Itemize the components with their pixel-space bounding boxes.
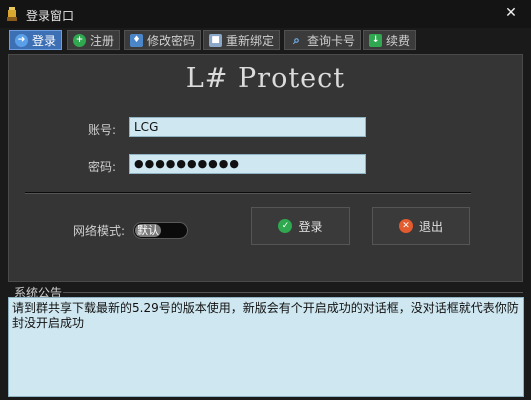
account-label: 账号: [87,123,116,137]
brand-title: L# Protect [185,63,346,94]
tab-change-password-label: 修改密码 [147,33,196,48]
login-button-label: 登录 [298,219,323,234]
tab-register-label: 注册 [90,33,115,48]
tab-change-password[interactable]: ♦ 修改密码 [124,30,202,50]
network-mode-label: 网络模式: [73,224,126,238]
notice-text[interactable]: 请到群共享下载最新的5.29号的版本使用，新版会有个开启成功的对话框，没对话框就… [8,297,524,397]
tab-login-label: 登录 [32,33,57,48]
password-input[interactable]: ●●●●●●●●●● [129,154,366,174]
tab-rebind[interactable]: ■ 重新绑定 [203,30,281,50]
password-label: 密码: [87,160,116,174]
login-button[interactable]: ✓ 登录 [251,207,350,245]
close-icon: ✕ [505,5,517,21]
change-password-icon: ♦ [130,33,143,47]
tab-renew[interactable]: ↓ 续费 [363,30,417,50]
close-button[interactable]: ✕ [491,0,531,26]
search-icon: ⌕ [293,32,300,47]
tab-query-card-label: 查询卡号 [307,33,356,48]
exit-button-label: 退出 [418,219,443,234]
divider [25,192,471,194]
title-bar: 登录窗口 ✕ [0,0,531,28]
toolbar: ➜ 登录 + 注册 ♦ 修改密码 ■ 重新绑定 ⌕ 查询卡号 ↓ 续费 [0,28,531,52]
tab-register[interactable]: + 注册 [67,30,121,50]
tab-renew-label: 续费 [386,33,411,48]
check-icon: ✓ [278,219,293,233]
tab-query-card[interactable]: ⌕ 查询卡号 [284,30,362,50]
exit-button[interactable]: ✕ 退出 [372,207,470,245]
register-icon: + [73,33,86,47]
network-mode-value: 默认 [137,224,159,237]
login-icon: ➜ [15,33,28,47]
app-icon [7,7,17,21]
renew-icon: ↓ [369,33,382,47]
close-circle-icon: ✕ [398,219,413,233]
notice-separator [63,292,523,293]
tab-rebind-label: 重新绑定 [226,33,275,48]
window-title: 登录窗口 [26,9,75,23]
account-input[interactable] [129,117,366,137]
tab-login[interactable]: ➜ 登录 [9,30,63,50]
rebind-icon: ■ [209,33,222,47]
network-mode-toggle[interactable]: 默认 [133,222,188,239]
